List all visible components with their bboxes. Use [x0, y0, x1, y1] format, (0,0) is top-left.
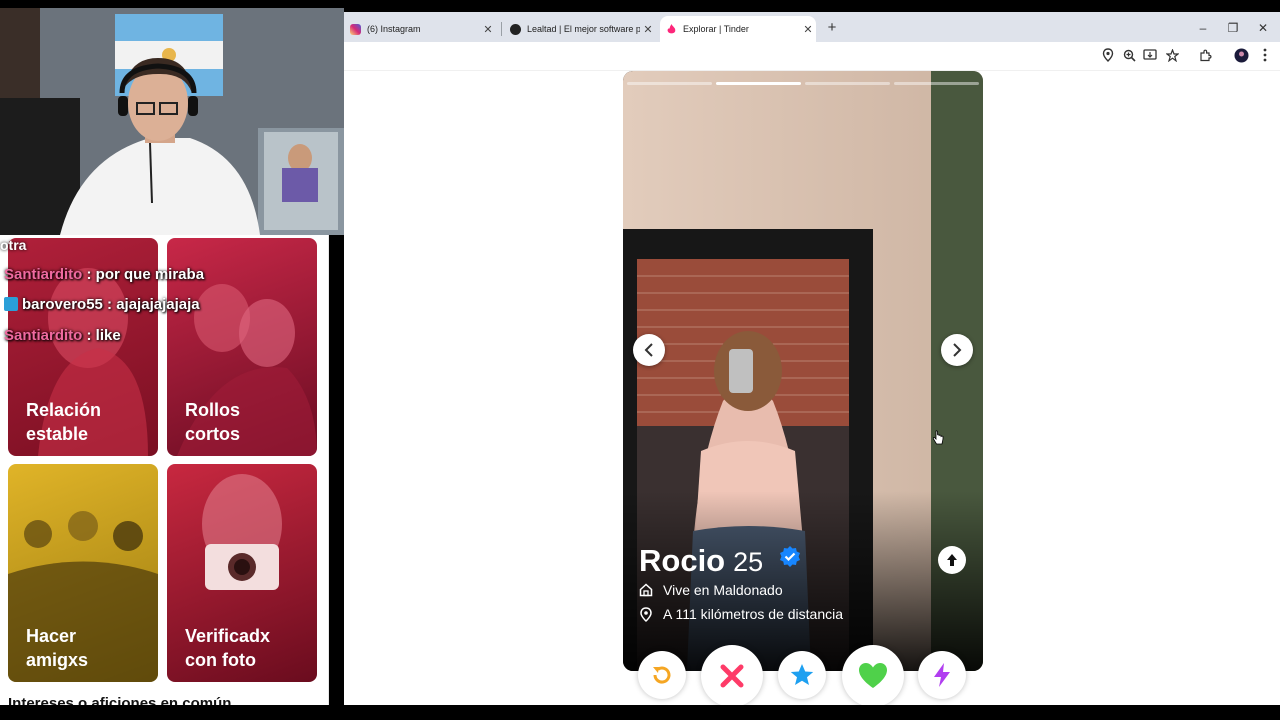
- tab-instagram[interactable]: (6) Instagram ✕: [344, 16, 496, 42]
- close-x-icon: [720, 664, 744, 688]
- bottom-black-strip: [0, 705, 1280, 720]
- profile-photo: [623, 71, 983, 671]
- minimize-button[interactable]: –: [1188, 18, 1218, 38]
- super-like-button[interactable]: [778, 651, 826, 699]
- profile-card[interactable]: Rocio 25 Vive en Maldonado A 111 kilómetr…: [623, 71, 983, 671]
- photo-progress-segment: [805, 82, 890, 85]
- previous-photo-button[interactable]: [633, 334, 665, 366]
- bookmark-star-icon[interactable]: [1164, 47, 1180, 63]
- webcam-image: [0, 8, 344, 235]
- photo-progress-bar: [627, 82, 979, 85]
- category-card-hacer-amigxs[interactable]: Hacer amigxs: [8, 464, 158, 682]
- residence-text: Vive en Maldonado: [663, 582, 783, 598]
- profile-name: Rocio: [639, 543, 726, 578]
- tab-tinder[interactable]: Explorar | Tinder ✕: [660, 16, 816, 42]
- home-icon: [639, 583, 653, 597]
- lealtad-icon: [510, 23, 521, 35]
- profile-avatar-icon[interactable]: [1233, 47, 1249, 63]
- category-label: Hacer amigxs: [26, 626, 89, 670]
- like-button[interactable]: [842, 645, 904, 707]
- chat-fragment: otra: [0, 237, 27, 253]
- interests-heading: Intereses o aficiones en común: [8, 695, 232, 705]
- location-icon[interactable]: [1100, 47, 1116, 63]
- lightning-bolt-icon: [934, 663, 950, 687]
- tab-title: Explorar | Tinder: [683, 24, 749, 34]
- chat-username: barovero55: [22, 296, 103, 313]
- install-icon[interactable]: [1142, 47, 1158, 63]
- chat-message: Santiardito : por que miraba: [4, 266, 204, 283]
- hand-cursor-icon: [932, 430, 944, 451]
- next-photo-button[interactable]: [941, 334, 973, 366]
- chat-message: barovero55 : ajajajajajaja: [4, 296, 200, 313]
- browser-toolbar: [344, 42, 1280, 71]
- arrow-up-icon: [947, 554, 957, 566]
- chat-username: Santiardito: [4, 266, 83, 283]
- category-label: Relación estable: [26, 400, 102, 444]
- photo-progress-segment: [627, 82, 712, 85]
- new-tab-button[interactable]: +: [822, 18, 842, 38]
- chat-text: : like: [86, 327, 121, 344]
- profile-age: 25: [733, 547, 764, 577]
- rewind-button[interactable]: [638, 651, 686, 699]
- tab-title: (6) Instagram: [367, 24, 421, 34]
- category-label: Verificadx con foto: [185, 626, 271, 670]
- verified-badge-icon: [778, 541, 802, 577]
- chat-username: Santiardito: [4, 327, 83, 344]
- chevron-left-icon: [644, 343, 653, 357]
- heart-icon: [859, 663, 887, 688]
- menu-icon[interactable]: [1257, 47, 1273, 63]
- close-tab-icon[interactable]: ✕: [640, 23, 656, 36]
- location-pin-icon: [640, 606, 652, 622]
- close-tab-icon[interactable]: ✕: [800, 23, 816, 36]
- rewind-icon: [653, 666, 671, 684]
- tab-title: Lealtad | El mejor software para: [527, 24, 640, 34]
- tinder-flame-icon: [666, 23, 677, 35]
- instagram-icon: [350, 23, 361, 35]
- distance-text: A 111 kilómetros de distancia: [663, 606, 844, 622]
- open-profile-button[interactable]: [938, 546, 966, 574]
- nope-button[interactable]: [701, 645, 763, 707]
- subscriber-badge-icon: [4, 297, 18, 311]
- photo-progress-segment-active: [716, 82, 801, 85]
- profile-distance: A 111 kilómetros de distancia: [639, 606, 843, 622]
- tab-separator: [501, 22, 502, 36]
- profile-name-age: Rocio 25: [639, 541, 802, 579]
- close-window-button[interactable]: ✕: [1248, 18, 1278, 38]
- photo-progress-segment: [894, 82, 979, 85]
- close-tab-icon[interactable]: ✕: [480, 23, 496, 36]
- extensions-icon[interactable]: [1197, 47, 1213, 63]
- profile-residence: Vive en Maldonado: [639, 582, 783, 598]
- webcam-overlay: [0, 8, 344, 235]
- zoom-icon[interactable]: [1121, 47, 1137, 63]
- restore-button[interactable]: ❐: [1218, 18, 1248, 38]
- chat-text: : ajajajajajaja: [107, 296, 200, 313]
- boost-button[interactable]: [918, 651, 966, 699]
- tab-lealtad[interactable]: Lealtad | El mejor software para ✕: [504, 16, 656, 42]
- category-card-verificadx[interactable]: Verificadx con foto: [167, 464, 317, 682]
- chat-message: Santiardito : like: [4, 327, 121, 344]
- browser-tab-bar: (6) Instagram ✕ Lealtad | El mejor softw…: [344, 12, 1280, 42]
- star-icon: [790, 664, 814, 685]
- category-label: Rollos cortos: [185, 400, 241, 444]
- chat-text: : por que miraba: [86, 266, 205, 283]
- chevron-right-icon: [953, 343, 962, 357]
